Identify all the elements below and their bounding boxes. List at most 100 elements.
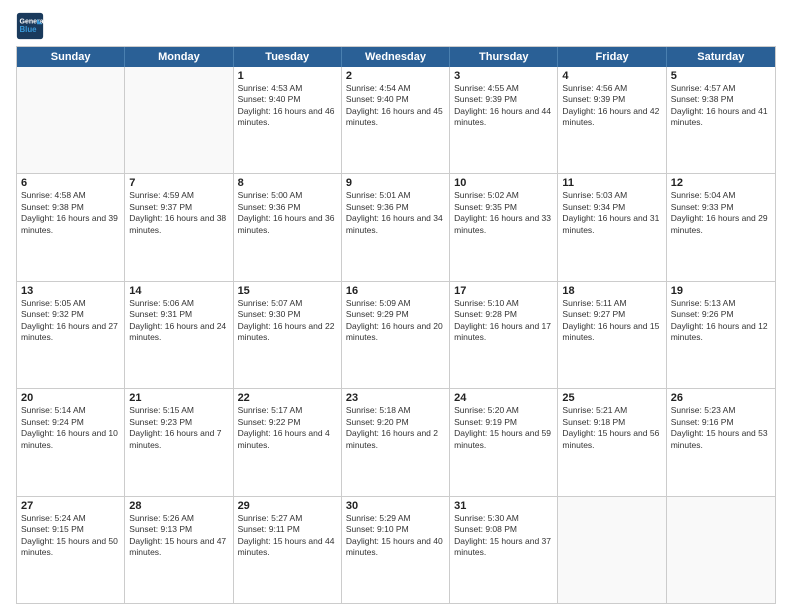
day-number: 7 (129, 177, 228, 189)
day-info: Sunrise: 5:07 AM Sunset: 9:30 PM Dayligh… (238, 298, 337, 344)
day-info: Sunrise: 5:23 AM Sunset: 9:16 PM Dayligh… (671, 405, 771, 451)
day-number: 22 (238, 392, 337, 404)
weekday-header: Saturday (667, 47, 775, 67)
calendar-day-27: 27Sunrise: 5:24 AM Sunset: 9:15 PM Dayli… (17, 497, 125, 603)
calendar-day-28: 28Sunrise: 5:26 AM Sunset: 9:13 PM Dayli… (125, 497, 233, 603)
day-info: Sunrise: 5:21 AM Sunset: 9:18 PM Dayligh… (562, 405, 661, 451)
day-number: 2 (346, 70, 445, 82)
calendar-day-22: 22Sunrise: 5:17 AM Sunset: 9:22 PM Dayli… (234, 389, 342, 495)
calendar-day-20: 20Sunrise: 5:14 AM Sunset: 9:24 PM Dayli… (17, 389, 125, 495)
calendar: SundayMondayTuesdayWednesdayThursdayFrid… (16, 46, 776, 604)
day-info: Sunrise: 5:10 AM Sunset: 9:28 PM Dayligh… (454, 298, 553, 344)
day-info: Sunrise: 4:57 AM Sunset: 9:38 PM Dayligh… (671, 83, 771, 129)
day-number: 18 (562, 285, 661, 297)
calendar-day-13: 13Sunrise: 5:05 AM Sunset: 9:32 PM Dayli… (17, 282, 125, 388)
calendar-day-17: 17Sunrise: 5:10 AM Sunset: 9:28 PM Dayli… (450, 282, 558, 388)
day-number: 4 (562, 70, 661, 82)
day-info: Sunrise: 5:29 AM Sunset: 9:10 PM Dayligh… (346, 513, 445, 559)
weekday-header: Wednesday (342, 47, 450, 67)
day-info: Sunrise: 5:24 AM Sunset: 9:15 PM Dayligh… (21, 513, 120, 559)
calendar-day-2: 2Sunrise: 4:54 AM Sunset: 9:40 PM Daylig… (342, 67, 450, 173)
day-number: 19 (671, 285, 771, 297)
day-number: 1 (238, 70, 337, 82)
calendar-day-6: 6Sunrise: 4:58 AM Sunset: 9:38 PM Daylig… (17, 174, 125, 280)
day-number: 16 (346, 285, 445, 297)
day-info: Sunrise: 5:20 AM Sunset: 9:19 PM Dayligh… (454, 405, 553, 451)
calendar-day-empty (667, 497, 775, 603)
weekday-header: Tuesday (234, 47, 342, 67)
day-number: 24 (454, 392, 553, 404)
day-info: Sunrise: 5:15 AM Sunset: 9:23 PM Dayligh… (129, 405, 228, 451)
day-info: Sunrise: 5:09 AM Sunset: 9:29 PM Dayligh… (346, 298, 445, 344)
weekday-header: Thursday (450, 47, 558, 67)
day-info: Sunrise: 5:17 AM Sunset: 9:22 PM Dayligh… (238, 405, 337, 451)
calendar-week: 20Sunrise: 5:14 AM Sunset: 9:24 PM Dayli… (17, 389, 775, 496)
day-number: 9 (346, 177, 445, 189)
calendar-day-16: 16Sunrise: 5:09 AM Sunset: 9:29 PM Dayli… (342, 282, 450, 388)
calendar-day-10: 10Sunrise: 5:02 AM Sunset: 9:35 PM Dayli… (450, 174, 558, 280)
day-number: 6 (21, 177, 120, 189)
calendar-day-24: 24Sunrise: 5:20 AM Sunset: 9:19 PM Dayli… (450, 389, 558, 495)
calendar-day-19: 19Sunrise: 5:13 AM Sunset: 9:26 PM Dayli… (667, 282, 775, 388)
calendar-day-21: 21Sunrise: 5:15 AM Sunset: 9:23 PM Dayli… (125, 389, 233, 495)
calendar-day-12: 12Sunrise: 5:04 AM Sunset: 9:33 PM Dayli… (667, 174, 775, 280)
day-info: Sunrise: 5:26 AM Sunset: 9:13 PM Dayligh… (129, 513, 228, 559)
day-info: Sunrise: 5:30 AM Sunset: 9:08 PM Dayligh… (454, 513, 553, 559)
day-number: 27 (21, 500, 120, 512)
day-number: 20 (21, 392, 120, 404)
calendar-day-7: 7Sunrise: 4:59 AM Sunset: 9:37 PM Daylig… (125, 174, 233, 280)
calendar-day-25: 25Sunrise: 5:21 AM Sunset: 9:18 PM Dayli… (558, 389, 666, 495)
day-info: Sunrise: 5:14 AM Sunset: 9:24 PM Dayligh… (21, 405, 120, 451)
day-number: 3 (454, 70, 553, 82)
calendar-day-3: 3Sunrise: 4:55 AM Sunset: 9:39 PM Daylig… (450, 67, 558, 173)
day-info: Sunrise: 5:11 AM Sunset: 9:27 PM Dayligh… (562, 298, 661, 344)
calendar-day-31: 31Sunrise: 5:30 AM Sunset: 9:08 PM Dayli… (450, 497, 558, 603)
day-number: 31 (454, 500, 553, 512)
day-info: Sunrise: 5:05 AM Sunset: 9:32 PM Dayligh… (21, 298, 120, 344)
calendar-week: 13Sunrise: 5:05 AM Sunset: 9:32 PM Dayli… (17, 282, 775, 389)
day-number: 15 (238, 285, 337, 297)
logo-icon: General Blue (16, 12, 44, 40)
day-number: 21 (129, 392, 228, 404)
calendar-body: 1Sunrise: 4:53 AM Sunset: 9:40 PM Daylig… (17, 67, 775, 603)
day-info: Sunrise: 4:54 AM Sunset: 9:40 PM Dayligh… (346, 83, 445, 129)
calendar-day-empty (125, 67, 233, 173)
svg-text:Blue: Blue (20, 25, 38, 34)
calendar-day-18: 18Sunrise: 5:11 AM Sunset: 9:27 PM Dayli… (558, 282, 666, 388)
day-number: 29 (238, 500, 337, 512)
logo: General Blue (16, 12, 44, 40)
day-info: Sunrise: 5:02 AM Sunset: 9:35 PM Dayligh… (454, 190, 553, 236)
weekday-header: Sunday (17, 47, 125, 67)
day-number: 25 (562, 392, 661, 404)
calendar-header: SundayMondayTuesdayWednesdayThursdayFrid… (17, 47, 775, 67)
calendar-day-8: 8Sunrise: 5:00 AM Sunset: 9:36 PM Daylig… (234, 174, 342, 280)
day-number: 12 (671, 177, 771, 189)
day-info: Sunrise: 5:04 AM Sunset: 9:33 PM Dayligh… (671, 190, 771, 236)
day-info: Sunrise: 5:13 AM Sunset: 9:26 PM Dayligh… (671, 298, 771, 344)
day-number: 8 (238, 177, 337, 189)
day-info: Sunrise: 5:27 AM Sunset: 9:11 PM Dayligh… (238, 513, 337, 559)
day-number: 17 (454, 285, 553, 297)
day-info: Sunrise: 5:01 AM Sunset: 9:36 PM Dayligh… (346, 190, 445, 236)
calendar-week: 6Sunrise: 4:58 AM Sunset: 9:38 PM Daylig… (17, 174, 775, 281)
day-number: 23 (346, 392, 445, 404)
calendar-day-14: 14Sunrise: 5:06 AM Sunset: 9:31 PM Dayli… (125, 282, 233, 388)
day-info: Sunrise: 4:56 AM Sunset: 9:39 PM Dayligh… (562, 83, 661, 129)
calendar-week: 1Sunrise: 4:53 AM Sunset: 9:40 PM Daylig… (17, 67, 775, 174)
day-number: 14 (129, 285, 228, 297)
calendar-day-empty (17, 67, 125, 173)
day-number: 5 (671, 70, 771, 82)
day-info: Sunrise: 5:03 AM Sunset: 9:34 PM Dayligh… (562, 190, 661, 236)
day-number: 30 (346, 500, 445, 512)
calendar-day-29: 29Sunrise: 5:27 AM Sunset: 9:11 PM Dayli… (234, 497, 342, 603)
day-number: 10 (454, 177, 553, 189)
day-info: Sunrise: 5:18 AM Sunset: 9:20 PM Dayligh… (346, 405, 445, 451)
calendar-day-15: 15Sunrise: 5:07 AM Sunset: 9:30 PM Dayli… (234, 282, 342, 388)
day-number: 11 (562, 177, 661, 189)
calendar-week: 27Sunrise: 5:24 AM Sunset: 9:15 PM Dayli… (17, 497, 775, 603)
day-number: 13 (21, 285, 120, 297)
calendar-day-26: 26Sunrise: 5:23 AM Sunset: 9:16 PM Dayli… (667, 389, 775, 495)
weekday-header: Monday (125, 47, 233, 67)
calendar-day-4: 4Sunrise: 4:56 AM Sunset: 9:39 PM Daylig… (558, 67, 666, 173)
calendar-day-30: 30Sunrise: 5:29 AM Sunset: 9:10 PM Dayli… (342, 497, 450, 603)
